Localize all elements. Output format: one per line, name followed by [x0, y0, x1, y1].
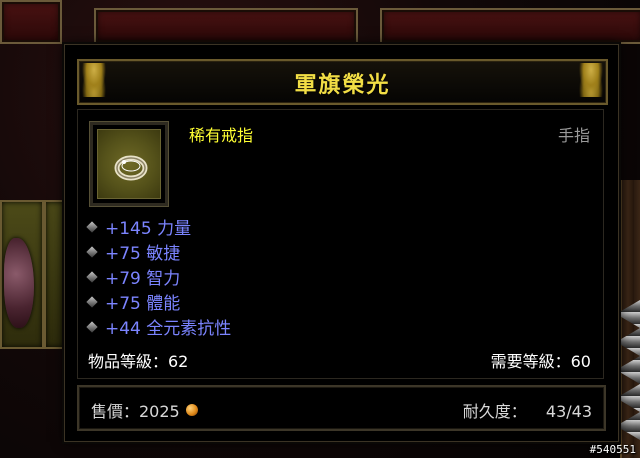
- durability-label: 耐久度：: [462, 402, 527, 421]
- item-level: 物品等級：62: [88, 352, 189, 371]
- item-name: 稀有戒指: [189, 126, 254, 145]
- diamond-bullet-icon: [86, 320, 98, 333]
- durability-value: 43/43: [545, 402, 592, 421]
- watermark: #540551: [589, 443, 636, 456]
- diamond-bullet-icon: [86, 270, 98, 283]
- stat-intelligence: +79 智力: [86, 264, 231, 289]
- stat-text: +44 全元素抗性: [105, 319, 232, 339]
- stat-all-resist: +44 全元素抗性: [86, 314, 232, 339]
- price-group: 售價：2025: [91, 398, 198, 422]
- required-level: 需要等級：60: [490, 352, 591, 371]
- bg-equipment-slot-left-2[interactable]: [44, 200, 66, 349]
- tooltip-header: 軍旗榮光: [77, 59, 608, 105]
- diamond-bullet-icon: [86, 295, 98, 308]
- stat-text: +75 體能: [105, 294, 181, 314]
- gold-coin-icon: [185, 404, 198, 416]
- bg-panel-top-left: [0, 0, 62, 44]
- stat-dexterity: +75 敏捷: [86, 239, 231, 264]
- item-slot-type: 手指: [557, 126, 590, 145]
- bg-panel-top-center: [94, 8, 358, 44]
- diamond-bullet-icon: [86, 220, 98, 233]
- tooltip-body: 稀有戒指 手指 +145 力量 +75 敏捷 +79 智力 +75 體能 +44…: [77, 109, 604, 379]
- diamond-bullet-icon: [86, 245, 98, 258]
- ring-icon: [114, 155, 148, 181]
- tooltip-footer: 售價：2025 耐久度： 43/43: [77, 385, 606, 431]
- stat-text: +79 智力: [105, 269, 181, 289]
- level-row: 物品等級：62 需要等級：60: [88, 348, 591, 372]
- stat-text: +75 敏捷: [105, 244, 181, 264]
- item-icon-frame: [90, 122, 168, 206]
- game-screen: 軍旗榮光 稀有戒指 手指 +145 力量 +75 敏捷 +79 智力 +75 體…: [0, 0, 640, 458]
- stat-text: +145 力量: [105, 219, 192, 239]
- durability-group: 耐久度： 43/43: [463, 398, 592, 422]
- stat-vitality: +75 體能: [86, 289, 231, 314]
- footer-content: 售價：2025 耐久度： 43/43: [91, 398, 592, 422]
- item-title: 軍旗榮光: [294, 73, 391, 98]
- stats-list: +145 力量 +75 敏捷 +79 智力 +75 體能 +44 全元素抗性: [86, 214, 232, 339]
- sell-price: 售價：2025: [91, 402, 180, 421]
- item-icon-slot: [97, 129, 161, 199]
- stat-strength: +145 力量: [86, 214, 231, 239]
- item-tooltip: 軍旗榮光 稀有戒指 手指 +145 力量 +75 敏捷 +79 智力 +75 體…: [64, 44, 619, 442]
- bg-panel-top-right: [380, 8, 640, 44]
